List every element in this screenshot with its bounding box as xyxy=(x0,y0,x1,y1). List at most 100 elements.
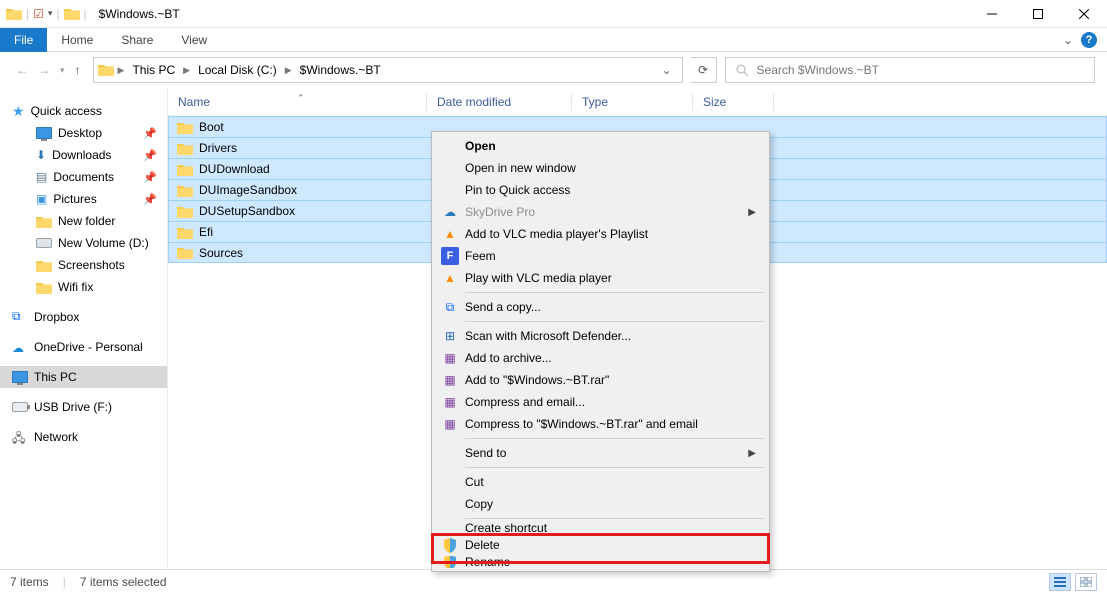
pin-icon: 📌 xyxy=(143,127,157,140)
ctx-send-to[interactable]: Send to▶ xyxy=(435,442,766,464)
sidebar-item-new-folder[interactable]: New folder xyxy=(0,210,167,232)
sidebar-network[interactable]: 🖧Network xyxy=(0,426,167,448)
ctx-separator xyxy=(465,292,764,293)
address-dropdown-icon[interactable]: ⌄ xyxy=(661,63,671,77)
breadcrumb-segment[interactable]: $Windows.~BT xyxy=(296,63,385,77)
minimize-button[interactable] xyxy=(969,0,1015,28)
recent-locations-button[interactable]: ▾ xyxy=(60,65,65,76)
view-large-icons-button[interactable] xyxy=(1075,573,1097,591)
chevron-down-icon[interactable]: ▾ xyxy=(48,8,53,19)
sidebar-label: This PC xyxy=(34,370,77,384)
tab-file[interactable]: File xyxy=(0,28,47,52)
ctx-feem[interactable]: FFeem xyxy=(435,245,766,267)
file-name: Efi xyxy=(199,225,213,239)
ctx-separator xyxy=(465,321,764,322)
sidebar-item-desktop[interactable]: Desktop 📌 xyxy=(0,122,167,144)
ctx-label: Compress and email... xyxy=(465,395,585,409)
address-bar[interactable]: ▶ This PC ▶ Local Disk (C:) ▶ $Windows.~… xyxy=(93,57,683,83)
column-size[interactable]: Size xyxy=(693,95,773,109)
column-headers: Name⌃ Date modified Type Size xyxy=(168,88,1107,116)
ctx-send-a-copy[interactable]: ⧉Send a copy... xyxy=(435,296,766,318)
view-details-button[interactable] xyxy=(1049,573,1071,591)
downloads-icon: ⬇ xyxy=(36,148,46,162)
up-button[interactable]: ↑ xyxy=(75,63,81,77)
sidebar-item-downloads[interactable]: ⬇Downloads📌 xyxy=(0,144,167,166)
folder-icon xyxy=(36,281,52,294)
column-name[interactable]: Name⌃ xyxy=(168,95,426,109)
column-date-modified[interactable]: Date modified xyxy=(427,95,571,109)
sidebar-quick-access[interactable]: ★ Quick access xyxy=(0,100,167,122)
sidebar-label: Downloads xyxy=(52,148,111,162)
folder-icon xyxy=(177,246,193,259)
qat-separator-2: | xyxy=(56,7,59,21)
ctx-label: Scan with Microsoft Defender... xyxy=(465,329,631,343)
ctx-delete[interactable]: Delete xyxy=(435,534,766,556)
winrar-icon: ▦ xyxy=(441,415,459,433)
status-selected-count: 7 items selected xyxy=(80,575,167,589)
ctx-skydrive-pro[interactable]: ☁SkyDrive Pro▶ xyxy=(435,201,766,223)
ctx-create-shortcut[interactable]: Create shortcut xyxy=(435,522,766,534)
sidebar-item-screenshots[interactable]: Screenshots xyxy=(0,254,167,276)
ctx-vlc-play[interactable]: ▲Play with VLC media player xyxy=(435,267,766,289)
sidebar-label: New Volume (D:) xyxy=(58,236,149,250)
ctx-label: Delete xyxy=(465,538,500,552)
search-placeholder: Search $Windows.~BT xyxy=(757,63,879,77)
ctx-separator xyxy=(465,518,764,519)
qat-separator: | xyxy=(26,7,29,21)
sidebar-this-pc[interactable]: This PC xyxy=(0,366,167,388)
tab-home[interactable]: Home xyxy=(47,28,107,52)
ctx-cut[interactable]: Cut xyxy=(435,471,766,493)
ctx-label: Send a copy... xyxy=(465,300,541,314)
ctx-vlc-add-playlist[interactable]: ▲Add to VLC media player's Playlist xyxy=(435,223,766,245)
sidebar-usb-drive[interactable]: USB Drive (F:) xyxy=(0,396,167,418)
ctx-label: Pin to Quick access xyxy=(465,183,570,197)
refresh-button[interactable]: ⟳ xyxy=(691,57,717,83)
ctx-open-new-window[interactable]: Open in new window xyxy=(435,157,766,179)
breadcrumb-segment[interactable]: Local Disk (C:) xyxy=(194,63,281,77)
ctx-add-archive[interactable]: ▦Add to archive... xyxy=(435,347,766,369)
tab-view[interactable]: View xyxy=(167,28,221,52)
ctx-label: Open xyxy=(465,139,496,153)
checkbox-icon[interactable]: ☑ xyxy=(33,7,44,21)
sidebar-label: Desktop xyxy=(58,126,102,140)
search-box[interactable]: Search $Windows.~BT xyxy=(725,57,1095,83)
ctx-add-rar[interactable]: ▦Add to "$Windows.~BT.rar" xyxy=(435,369,766,391)
sort-ascending-icon: ⌃ xyxy=(297,93,305,104)
tab-share[interactable]: Share xyxy=(107,28,167,52)
file-name: Drivers xyxy=(199,141,237,155)
sidebar-item-documents[interactable]: ▤Documents📌 xyxy=(0,166,167,188)
ctx-label: Send to xyxy=(465,446,506,460)
sidebar-dropbox[interactable]: ⧉Dropbox xyxy=(0,306,167,328)
ctx-label: Rename xyxy=(465,556,510,568)
ctx-compress-email[interactable]: ▦Compress and email... xyxy=(435,391,766,413)
breadcrumb-segment[interactable]: This PC xyxy=(128,63,179,77)
ctx-label: Add to VLC media player's Playlist xyxy=(465,227,648,241)
forward-button[interactable]: → xyxy=(38,63,50,77)
ctx-compress-rar-email[interactable]: ▦Compress to "$Windows.~BT.rar" and emai… xyxy=(435,413,766,435)
ctx-separator xyxy=(465,438,764,439)
this-pc-icon xyxy=(12,371,28,383)
close-button[interactable] xyxy=(1061,0,1107,28)
sidebar-item-new-volume[interactable]: New Volume (D:) xyxy=(0,232,167,254)
folder-icon xyxy=(64,7,80,21)
chevron-right-icon[interactable]: ▶ xyxy=(116,65,127,76)
ctx-rename[interactable]: Rename xyxy=(435,556,766,568)
help-icon[interactable]: ? xyxy=(1081,32,1097,48)
chevron-right-icon[interactable]: ▶ xyxy=(283,65,294,76)
ctx-defender-scan[interactable]: ⊞Scan with Microsoft Defender... xyxy=(435,325,766,347)
sidebar-item-wifi-fix[interactable]: Wifi fix xyxy=(0,276,167,298)
shield-icon xyxy=(441,556,459,568)
column-type[interactable]: Type xyxy=(572,95,692,109)
sidebar-onedrive[interactable]: ☁OneDrive - Personal xyxy=(0,336,167,358)
maximize-button[interactable] xyxy=(1015,0,1061,28)
sidebar-item-pictures[interactable]: ▣Pictures📌 xyxy=(0,188,167,210)
pin-icon: 📌 xyxy=(143,171,157,184)
back-button[interactable]: ← xyxy=(16,63,28,77)
feem-icon: F xyxy=(441,247,459,265)
ctx-copy[interactable]: Copy xyxy=(435,493,766,515)
chevron-right-icon[interactable]: ▶ xyxy=(181,65,192,76)
ribbon-expand-icon[interactable]: ⌄ xyxy=(1063,33,1073,47)
ctx-open[interactable]: Open xyxy=(435,135,766,157)
ctx-pin-quick-access[interactable]: Pin to Quick access xyxy=(435,179,766,201)
context-menu: Open Open in new window Pin to Quick acc… xyxy=(431,131,770,572)
